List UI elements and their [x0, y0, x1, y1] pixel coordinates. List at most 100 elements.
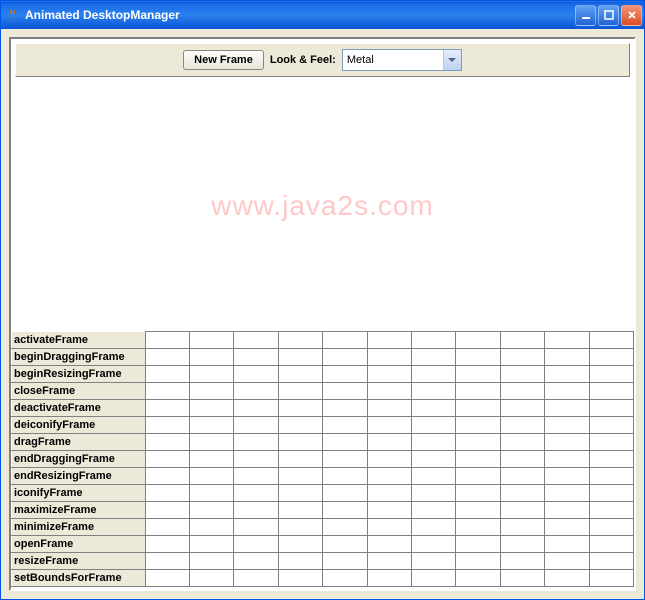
row-header[interactable]: beginDraggingFrame — [12, 349, 146, 366]
row-header[interactable]: maximizeFrame — [12, 502, 146, 519]
row-header[interactable]: resizeFrame — [12, 553, 146, 570]
row-header[interactable]: deiconifyFrame — [12, 417, 146, 434]
table-cell[interactable] — [190, 553, 234, 570]
table-cell[interactable] — [190, 451, 234, 468]
table-cell[interactable] — [500, 536, 544, 553]
look-feel-select[interactable]: Metal — [342, 49, 462, 71]
table-cell[interactable] — [323, 468, 367, 485]
table-cell[interactable] — [589, 536, 633, 553]
table-cell[interactable] — [589, 366, 633, 383]
table-cell[interactable] — [456, 434, 500, 451]
table-cell[interactable] — [500, 400, 544, 417]
row-header[interactable]: endResizingFrame — [12, 468, 146, 485]
table-cell[interactable] — [367, 400, 411, 417]
table-cell[interactable] — [145, 468, 189, 485]
table-cell[interactable] — [456, 383, 500, 400]
table-cell[interactable] — [367, 349, 411, 366]
table-cell[interactable] — [145, 502, 189, 519]
new-frame-button[interactable]: New Frame — [183, 50, 264, 70]
table-cell[interactable] — [367, 485, 411, 502]
table-cell[interactable] — [412, 468, 456, 485]
table-cell[interactable] — [500, 366, 544, 383]
maximize-button[interactable] — [598, 5, 619, 26]
table-cell[interactable] — [234, 366, 278, 383]
table-cell[interactable] — [412, 502, 456, 519]
table-cell[interactable] — [234, 349, 278, 366]
table-cell[interactable] — [323, 553, 367, 570]
table-cell[interactable] — [278, 502, 322, 519]
minimize-button[interactable] — [575, 5, 596, 26]
table-cell[interactable] — [278, 553, 322, 570]
table-cell[interactable] — [278, 434, 322, 451]
table-cell[interactable] — [412, 553, 456, 570]
table-cell[interactable] — [145, 451, 189, 468]
table-cell[interactable] — [589, 383, 633, 400]
table-cell[interactable] — [145, 519, 189, 536]
table-cell[interactable] — [367, 417, 411, 434]
table-cell[interactable] — [145, 434, 189, 451]
table-cell[interactable] — [456, 502, 500, 519]
table-cell[interactable] — [278, 417, 322, 434]
table-cell[interactable] — [145, 485, 189, 502]
table-cell[interactable] — [589, 451, 633, 468]
table-cell[interactable] — [456, 332, 500, 349]
table-cell[interactable] — [367, 519, 411, 536]
table-cell[interactable] — [323, 332, 367, 349]
table-cell[interactable] — [456, 570, 500, 587]
table-cell[interactable] — [412, 485, 456, 502]
table-cell[interactable] — [234, 502, 278, 519]
table-cell[interactable] — [278, 383, 322, 400]
table-cell[interactable] — [234, 570, 278, 587]
table-cell[interactable] — [278, 332, 322, 349]
table-cell[interactable] — [456, 468, 500, 485]
table-cell[interactable] — [545, 417, 589, 434]
table-cell[interactable] — [456, 400, 500, 417]
table-cell[interactable] — [145, 400, 189, 417]
table-cell[interactable] — [190, 485, 234, 502]
table-cell[interactable] — [456, 417, 500, 434]
table-cell[interactable] — [500, 332, 544, 349]
table-cell[interactable] — [589, 332, 633, 349]
table-cell[interactable] — [190, 570, 234, 587]
row-header[interactable]: dragFrame — [12, 434, 146, 451]
table-cell[interactable] — [367, 468, 411, 485]
table-cell[interactable] — [545, 332, 589, 349]
table-cell[interactable] — [545, 553, 589, 570]
table-cell[interactable] — [545, 502, 589, 519]
table-cell[interactable] — [145, 570, 189, 587]
row-header[interactable]: closeFrame — [12, 383, 146, 400]
table-cell[interactable] — [323, 451, 367, 468]
table-cell[interactable] — [412, 519, 456, 536]
table-cell[interactable] — [145, 417, 189, 434]
table-cell[interactable] — [412, 349, 456, 366]
table-cell[interactable] — [278, 485, 322, 502]
table-cell[interactable] — [278, 536, 322, 553]
table-cell[interactable] — [367, 332, 411, 349]
row-header[interactable]: endDraggingFrame — [12, 451, 146, 468]
table-cell[interactable] — [234, 468, 278, 485]
table-cell[interactable] — [278, 519, 322, 536]
table-cell[interactable] — [545, 536, 589, 553]
table-cell[interactable] — [234, 553, 278, 570]
table-cell[interactable] — [367, 502, 411, 519]
table-cell[interactable] — [367, 536, 411, 553]
table-cell[interactable] — [367, 383, 411, 400]
table-cell[interactable] — [234, 519, 278, 536]
table-cell[interactable] — [545, 349, 589, 366]
table-cell[interactable] — [190, 502, 234, 519]
table-cell[interactable] — [500, 434, 544, 451]
table-cell[interactable] — [456, 536, 500, 553]
table-cell[interactable] — [545, 451, 589, 468]
table-cell[interactable] — [323, 485, 367, 502]
table-cell[interactable] — [145, 553, 189, 570]
table-cell[interactable] — [500, 553, 544, 570]
table-cell[interactable] — [367, 451, 411, 468]
table-cell[interactable] — [323, 434, 367, 451]
table-cell[interactable] — [323, 502, 367, 519]
table-cell[interactable] — [323, 366, 367, 383]
table-cell[interactable] — [367, 366, 411, 383]
table-cell[interactable] — [190, 536, 234, 553]
table-cell[interactable] — [145, 349, 189, 366]
table-cell[interactable] — [367, 553, 411, 570]
table-cell[interactable] — [500, 502, 544, 519]
